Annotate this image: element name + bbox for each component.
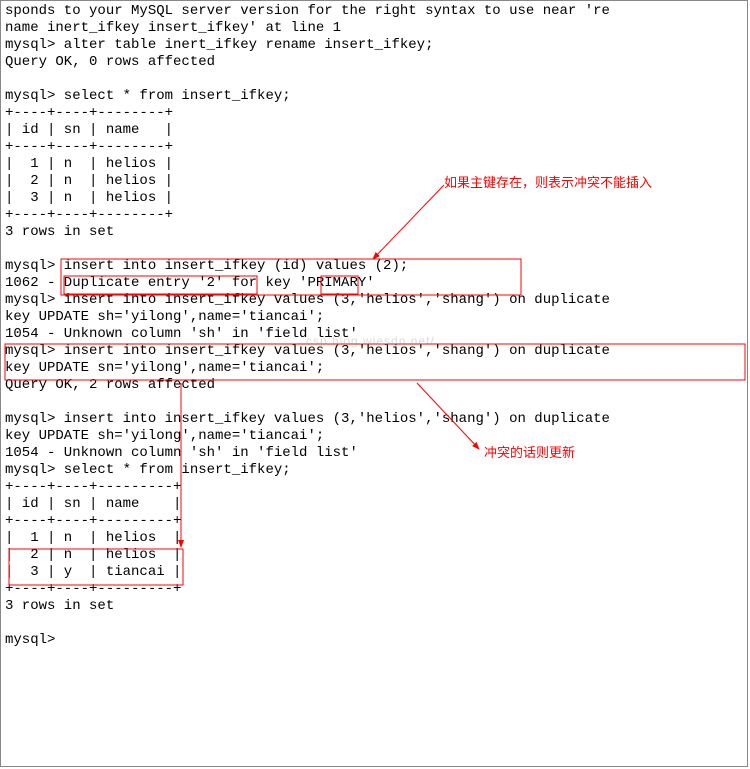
screenshot-frame: sponds to your MySQL server version for … — [0, 0, 748, 767]
watermark-text: csp.hiog.wiesdn.net/ — [306, 333, 435, 350]
annotation-conflict-update: 冲突的话则更新 — [484, 444, 575, 461]
annotation-primary-key-conflict: 如果主键存在，则表示冲突不能插入 — [444, 174, 652, 191]
mysql-terminal-output: sponds to your MySQL server version for … — [5, 3, 610, 649]
